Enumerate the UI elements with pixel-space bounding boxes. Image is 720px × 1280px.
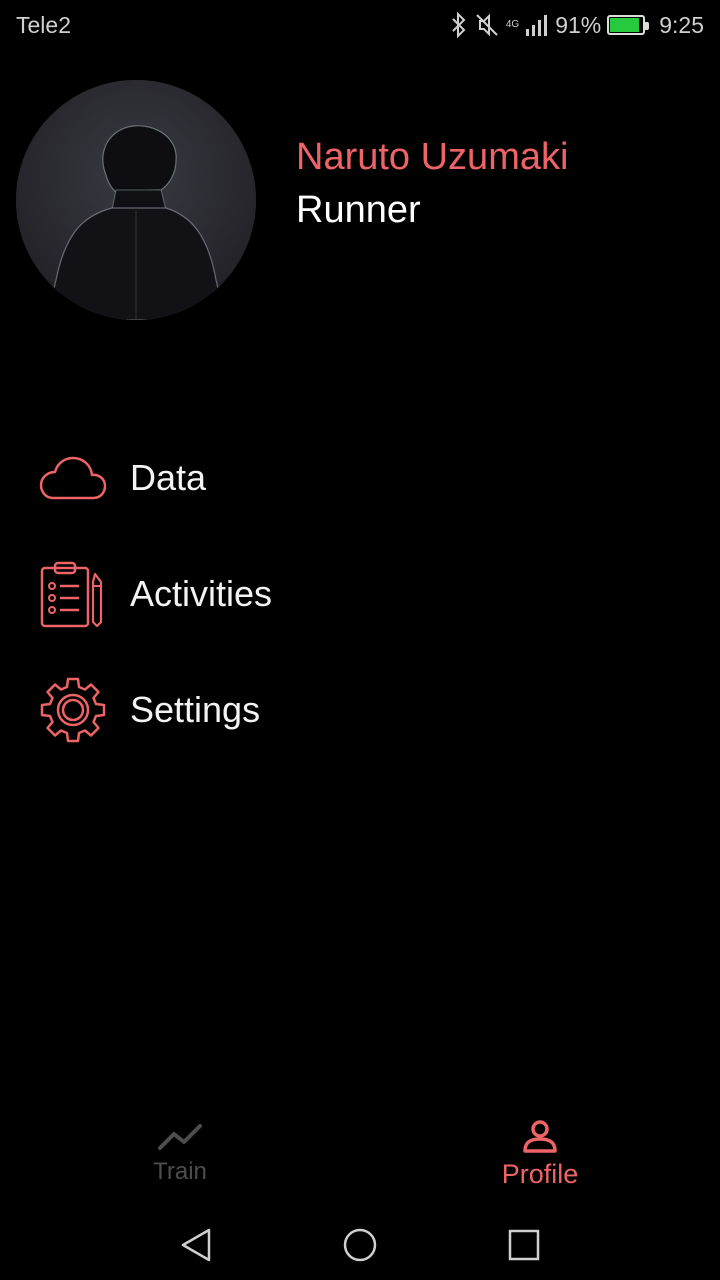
battery-percent: 91% [555,11,602,38]
profile-role: Runner [296,189,421,231]
gear-icon [38,675,108,745]
profile-screen: Tele2 4G 91% 9:25 Naruto Uzumaki Runner … [0,0,720,1280]
profile-info: Naruto Uzumaki Runner [296,132,568,238]
menu-item-activities[interactable]: Activities [38,536,678,652]
profile-name: Naruto Uzumaki [296,136,569,178]
bluetooth-icon [452,12,466,38]
avatar-silhouette [16,80,256,320]
status-bar: Tele2 4G 91% 9:25 [0,0,720,50]
avatar[interactable] [16,80,256,320]
person-icon [523,1119,557,1153]
clipboard-icon [38,559,108,629]
bottom-nav: Train Profile [0,1104,720,1204]
tab-label: Profile [501,1158,579,1189]
back-triangle-icon [181,1228,211,1262]
menu-item-settings[interactable]: Settings [38,652,678,768]
signal-icon [526,15,548,36]
menu-item-label: Data [130,457,207,498]
cloud-icon [38,443,108,513]
mute-icon [476,13,498,37]
system-nav-bar [0,1210,720,1280]
battery-icon [607,15,650,35]
status-icons: 4G 91% 9:25 [450,12,704,39]
carrier-label: Tele2 [16,11,71,38]
recents-square-icon [508,1229,540,1261]
network-type: 4G [505,19,520,30]
profile-menu: Data Activities Settings [38,420,678,768]
home-circle-icon [343,1228,377,1262]
tab-label: Train [153,1158,207,1185]
recents-button[interactable] [504,1225,544,1265]
battery-fill [610,18,640,32]
tab-train[interactable]: Train [0,1104,360,1204]
trend-line-icon [158,1124,202,1150]
menu-item-label: Settings [130,689,261,730]
tab-profile[interactable]: Profile [360,1104,720,1204]
back-button[interactable] [176,1225,216,1265]
clock: 9:25 [659,11,704,38]
menu-item-data[interactable]: Data [38,420,678,536]
menu-item-label: Activities [130,573,273,614]
home-button[interactable] [340,1225,380,1265]
